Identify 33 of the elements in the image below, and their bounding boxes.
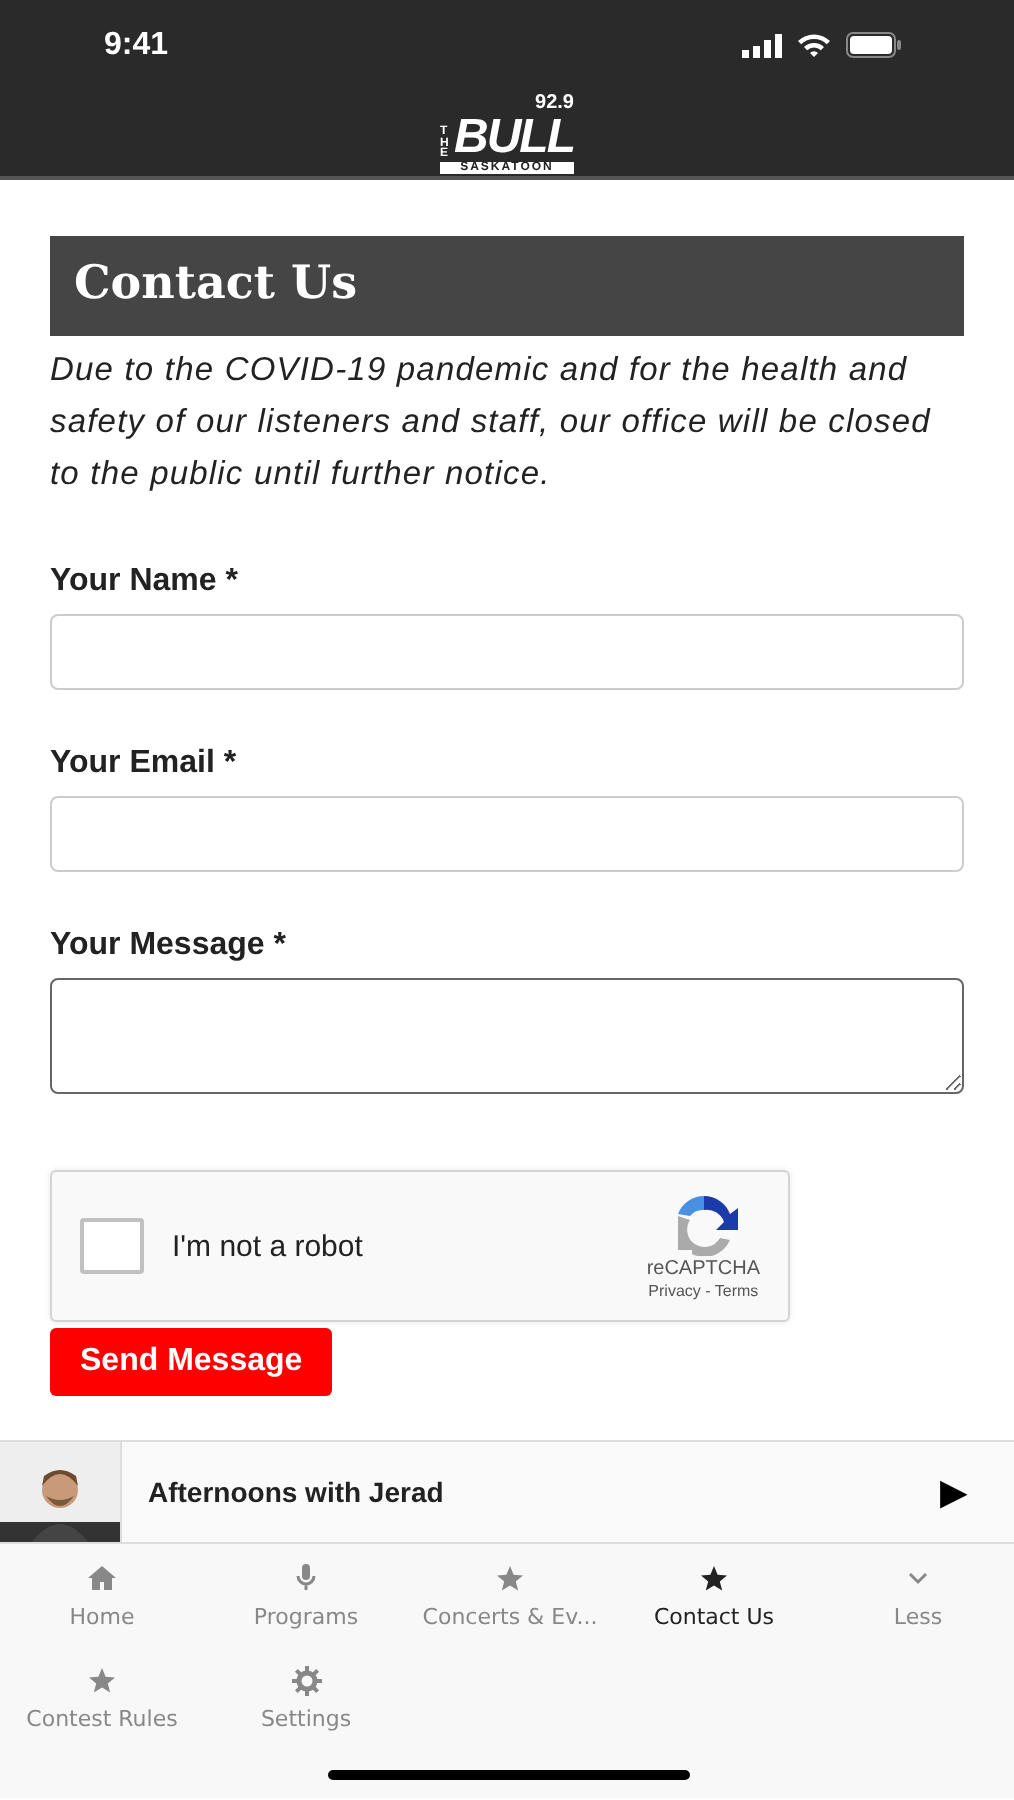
tab-item[interactable]: Home xyxy=(0,1564,204,1648)
tab-item[interactable]: Contest Rules xyxy=(0,1666,204,1750)
field-label: Your Message * xyxy=(50,928,288,964)
captcha-label: I'm not a robot xyxy=(172,1229,365,1263)
chevron-down-icon xyxy=(906,1570,930,1586)
message-field[interactable] xyxy=(50,978,964,1094)
wifi-icon xyxy=(796,32,832,58)
home-icon xyxy=(88,1566,116,1590)
field-label: Your Name * xyxy=(50,564,240,600)
page-title: Contact Us xyxy=(50,236,964,336)
star-icon xyxy=(496,1565,524,1591)
captcha-checkbox[interactable] xyxy=(80,1218,144,1274)
microphone-icon xyxy=(296,1564,316,1592)
star-icon xyxy=(700,1565,728,1591)
battery-icon xyxy=(846,32,902,58)
status-time: 9:41 xyxy=(104,27,169,63)
play-button[interactable]: ▶ xyxy=(928,1468,1014,1516)
star-icon xyxy=(88,1667,116,1693)
settings-icon xyxy=(291,1665,321,1695)
tab-item[interactable]: Less xyxy=(816,1564,1014,1648)
field-label: Your Email * xyxy=(50,746,239,782)
tab-item[interactable]: Contact Us xyxy=(612,1564,816,1648)
notice-text: Due to the COVID-19 pandemic and for the health and safety of our listeners and staff, our office will be closed to the public until further notice. xyxy=(50,350,933,496)
send-message-button[interactable]: Send Message xyxy=(50,1328,333,1396)
text-field[interactable] xyxy=(50,614,964,690)
show-title: Afternoons with Jerad xyxy=(146,1476,446,1508)
captcha-brand: reCAPTCHA xyxy=(646,1258,760,1280)
tab-item[interactable]: Concerts & Ev... xyxy=(408,1564,612,1648)
captcha-links[interactable]: Privacy - Terms xyxy=(648,1282,759,1300)
text-field[interactable] xyxy=(50,796,964,872)
tab-item[interactable]: Settings xyxy=(204,1666,408,1750)
tab-item[interactable]: Programs xyxy=(204,1564,408,1648)
signal-icon xyxy=(742,33,782,57)
